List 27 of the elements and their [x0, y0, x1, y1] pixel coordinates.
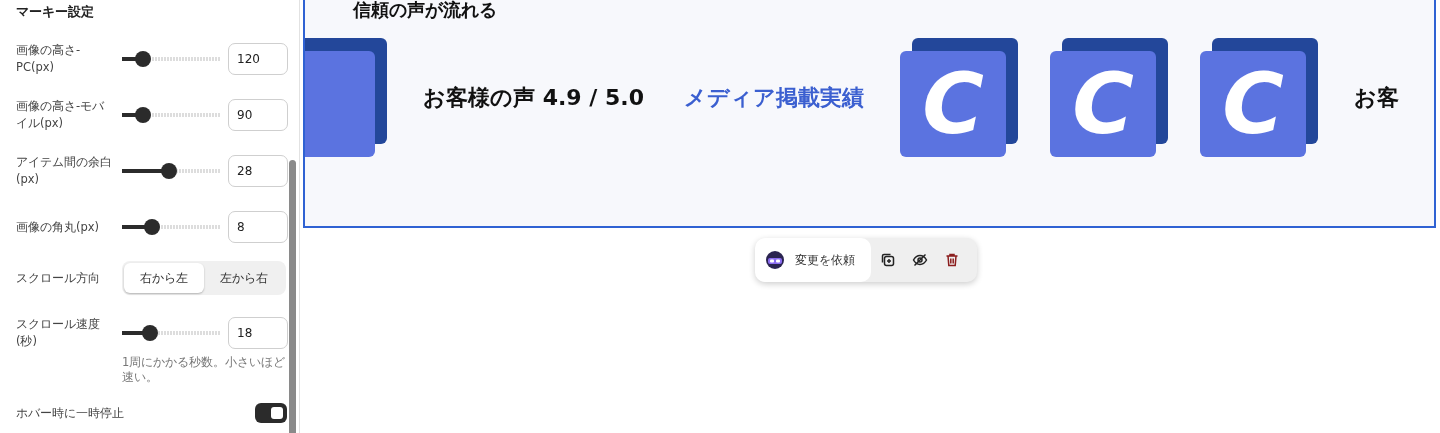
- segment-option[interactable]: 右から左: [124, 263, 204, 293]
- section-title: マーキー設定: [16, 3, 95, 21]
- avatar-icon: [765, 250, 785, 270]
- number-field[interactable]: 28: [228, 155, 288, 187]
- logo: C: [899, 38, 1018, 157]
- number-field[interactable]: 18: [228, 317, 288, 349]
- logo: C: [1049, 38, 1168, 157]
- setting-label: スクロール方向: [16, 269, 101, 287]
- setting-label: 画像の角丸(px): [16, 218, 101, 236]
- setting-label: 画像の高さ-モバイル(px): [16, 98, 106, 132]
- setting-label: アイテム間の余白(px): [16, 154, 113, 188]
- number-field[interactable]: 8: [228, 211, 288, 243]
- segment-option[interactable]: 左から右: [204, 263, 284, 293]
- setting-label: スクロール速度(秒): [16, 316, 101, 350]
- marquee-text: メディア掲載実績: [682, 83, 865, 112]
- toggle-switch[interactable]: [255, 403, 287, 423]
- request-change-button[interactable]: 変更を依頼: [755, 238, 871, 282]
- marquee-text: お客様の声 4.9 / 5.0: [422, 83, 645, 112]
- number-field[interactable]: 90: [228, 99, 288, 131]
- preview-heading: 信頼の声が流れる: [353, 0, 498, 20]
- scrollbar[interactable]: [289, 160, 296, 433]
- marquee-text: お客: [1352, 83, 1400, 112]
- hint-text: 1周にかかる秒数。小さいほど速い。: [122, 355, 287, 385]
- logo: C: [1199, 38, 1318, 157]
- number-field[interactable]: 120: [228, 43, 288, 75]
- setting-label: ホバー時に一時停止: [16, 404, 124, 422]
- setting-label: 画像の高さ-PC(px): [16, 42, 82, 76]
